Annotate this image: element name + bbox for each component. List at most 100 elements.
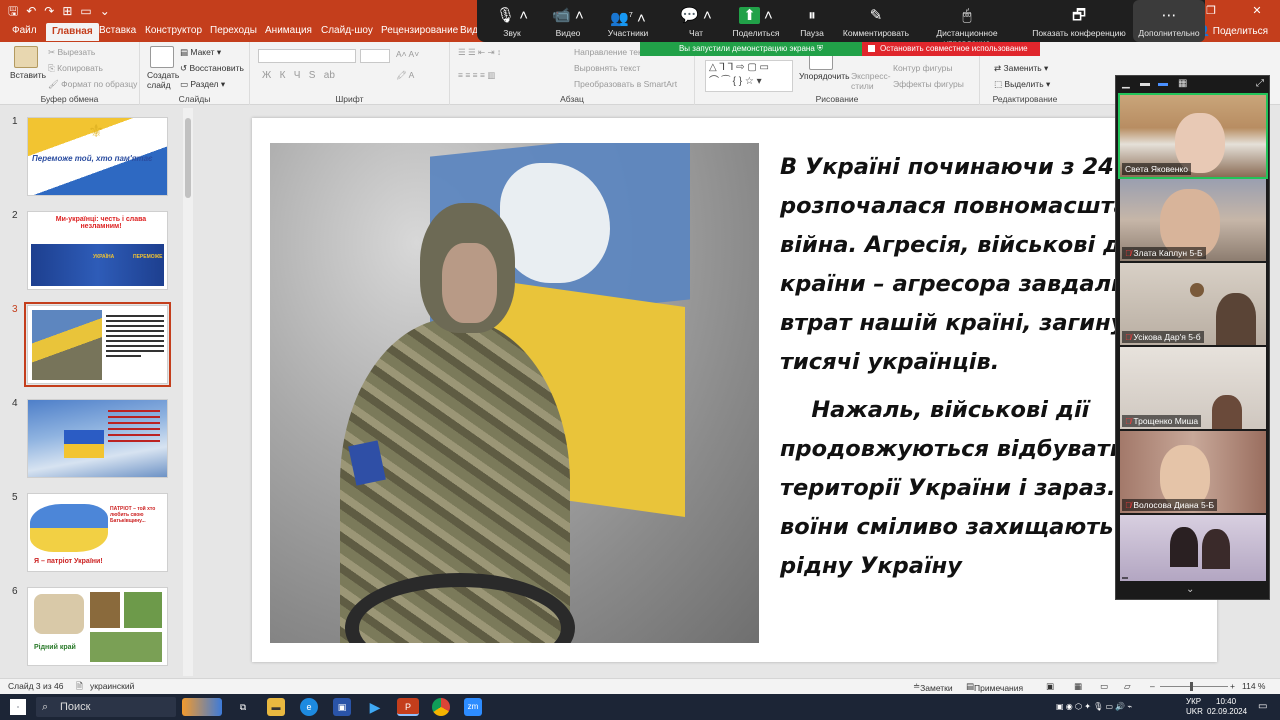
participant-tile[interactable]: 🎙̸ Волосова Диана 5-Б: [1120, 431, 1266, 513]
smartart-button[interactable]: Преобразовать в SmartArt: [574, 79, 677, 89]
more-icon[interactable]: ⌄: [100, 3, 110, 19]
tab-transitions[interactable]: Переходы: [210, 25, 257, 36]
align-text-button[interactable]: Выровнять текст: [574, 63, 640, 73]
reset-button[interactable]: ↺ Восстановить: [180, 63, 244, 74]
edge-icon[interactable]: e: [300, 698, 318, 716]
input-language[interactable]: УКР: [1186, 697, 1201, 706]
zoom-out-button[interactable]: –: [1150, 681, 1155, 691]
annotate-button[interactable]: ✎ Комментировать: [841, 4, 911, 38]
save-app-icon[interactable]: ▣: [333, 698, 351, 716]
share-button[interactable]: 👤 Поделиться: [1198, 26, 1268, 37]
tab-view[interactable]: Вид: [460, 25, 478, 36]
font-name-field[interactable]: [258, 49, 356, 63]
undo-icon[interactable]: ↶: [26, 3, 36, 19]
bold-button[interactable]: Ж: [262, 70, 271, 81]
chrome-icon[interactable]: [432, 698, 450, 716]
notifications-icon[interactable]: ▭: [1258, 701, 1267, 712]
stop-share-button[interactable]: Остановить совместное использование: [862, 42, 1040, 56]
participant-tile[interactable]: Света Яковенко: [1118, 93, 1268, 179]
spellcheck-icon[interactable]: 🗎: [76, 681, 83, 695]
participant-tile[interactable]: [1120, 515, 1266, 581]
tab-animations[interactable]: Анимация: [265, 25, 312, 36]
slide-thumbnail-2[interactable]: Ми-українці: честь і слава незламним! УК…: [27, 211, 168, 290]
shape-effects-button[interactable]: Эффекты фигуры: [893, 79, 964, 89]
gallery-grid-icon[interactable]: ▦: [1178, 78, 1187, 89]
taskbar-search[interactable]: ⌕ Поиск: [36, 697, 176, 717]
quick-styles-button[interactable]: Экспресс-стили: [851, 71, 891, 91]
chevron-down-icon[interactable]: ⌄: [1186, 584, 1194, 595]
comments-button[interactable]: ▤ Примечания: [966, 681, 1023, 693]
file-explorer-icon[interactable]: ▬: [267, 698, 285, 716]
tab-home[interactable]: Главная: [46, 23, 99, 41]
format-painter-button[interactable]: 🖌 Формат по образцу: [48, 79, 137, 90]
participant-tile[interactable]: 🎙̸ Усікова Дар'я 5-б: [1120, 263, 1266, 345]
shape-outline-button[interactable]: Контур фигуры: [893, 63, 952, 73]
expand-icon[interactable]: ⤢: [1256, 78, 1264, 89]
normal-view-icon[interactable]: ▣: [1046, 681, 1054, 692]
strikethrough-button[interactable]: S: [309, 70, 316, 81]
shadow-button[interactable]: ab: [324, 70, 335, 81]
paste-button[interactable]: Вставить: [10, 70, 46, 80]
close-button[interactable]: ✕: [1234, 0, 1280, 22]
copy-button[interactable]: ⎘ Копировать: [48, 63, 103, 74]
language-indicator[interactable]: украинский: [90, 681, 134, 691]
minimize-panel-icon[interactable]: ▁: [1122, 78, 1130, 89]
italic-button[interactable]: К: [280, 70, 286, 81]
select-button[interactable]: ⬚ Выделить ▾: [994, 79, 1050, 90]
slide-thumbnail-1[interactable]: ⚜ Переможе той, хто пам'ятає: [27, 117, 168, 196]
scrollbar-thumb[interactable]: [185, 118, 191, 198]
more-button[interactable]: ⋯ Дополнительно: [1133, 0, 1205, 42]
redo-icon[interactable]: ↷: [44, 3, 54, 19]
clock-date[interactable]: 02.09.2024: [1207, 707, 1247, 716]
view-active-icon[interactable]: ▬: [1158, 78, 1168, 89]
show-meeting-button[interactable]: 🗗 Показать конференцию: [1030, 4, 1128, 38]
section-button[interactable]: ▭ Раздел ▾: [180, 79, 225, 90]
participants-button[interactable]: 👥7 ˄ Участники: [593, 4, 663, 38]
thumbnails-scrollbar[interactable]: [183, 108, 193, 676]
reading-view-icon[interactable]: ▭: [1100, 681, 1108, 692]
zoom-level[interactable]: 114 %: [1242, 681, 1265, 691]
font-grow-icon[interactable]: A˄ A˅: [396, 49, 419, 59]
powerpoint-taskbar-icon[interactable]: P: [397, 698, 419, 716]
new-slide-button[interactable]: Создать слайд: [147, 70, 179, 90]
paste-icon[interactable]: [14, 46, 38, 68]
task-view-icon[interactable]: ⧉: [234, 698, 252, 716]
save-icon[interactable]: 🖫: [8, 3, 18, 19]
zoom-in-button[interactable]: +: [1230, 681, 1235, 691]
zoom-slider[interactable]: [1160, 686, 1228, 687]
font-color-icon[interactable]: 🖍 A: [396, 70, 414, 81]
slide-sorter-icon[interactable]: ▦: [1074, 681, 1082, 692]
notes-button[interactable]: ≐ Заметки: [913, 681, 953, 693]
clock-time[interactable]: 10:40: [1216, 697, 1236, 706]
tab-insert[interactable]: Вставка: [99, 25, 136, 36]
zoom-app-icon[interactable]: zm: [464, 698, 482, 716]
tab-slideshow[interactable]: Слайд-шоу: [321, 25, 373, 36]
slide-thumbnail-6[interactable]: Рідний край: [27, 587, 168, 666]
tab-file[interactable]: Файл: [12, 25, 37, 36]
shapes-gallery[interactable]: △ ⅂ ⅂ ⇨ ▢ ▭ ⌒ ⁀ { } ☆ ▾: [705, 60, 793, 92]
underline-button[interactable]: Ч: [294, 70, 301, 81]
media-player-icon[interactable]: ▶: [366, 698, 384, 716]
windows-start-icon[interactable]: [10, 699, 26, 715]
participant-tile[interactable]: 🎙̸ Трощенко Миша: [1120, 347, 1266, 429]
font-style-buttons[interactable]: Ж К Ч S ab: [262, 70, 335, 81]
view-strip-icon[interactable]: ▬: [1140, 78, 1150, 89]
slide-canvas[interactable]: В Україні починаючи з 24 лю розпочалася …: [252, 118, 1217, 662]
tray-icons[interactable]: ▣ ◉ ⬡ ✦ 🎙 ▭ 🔊 ⌁: [1056, 702, 1132, 711]
cut-button[interactable]: ✂ Вырезать: [48, 47, 95, 58]
present-icon[interactable]: ▭: [80, 3, 91, 19]
slideshow-icon[interactable]: ▱: [1124, 681, 1131, 692]
new-slide-icon[interactable]: [150, 46, 174, 68]
slide-thumbnail-5[interactable]: ПАТРІОТ – той хто любить свою Батьківщин…: [27, 493, 168, 572]
replace-button[interactable]: ⇄ Заменить ▾: [994, 63, 1048, 74]
arrange-button[interactable]: Упорядочить: [799, 71, 850, 81]
list-icons[interactable]: ☰ ☰ ⇤ ⇥ ↕: [458, 47, 501, 58]
zoom-slider-thumb[interactable]: [1190, 682, 1193, 691]
pause-share-button[interactable]: ⏸ Пауза: [777, 4, 847, 38]
slide-thumbnail-3[interactable]: [24, 302, 171, 387]
font-size-field[interactable]: [360, 49, 390, 63]
input-language-code[interactable]: UKR: [1186, 707, 1203, 716]
pin-icon[interactable]: ⊞: [62, 3, 72, 19]
slide-thumbnail-4[interactable]: [27, 399, 168, 478]
tab-review[interactable]: Рецензирование: [381, 25, 458, 36]
